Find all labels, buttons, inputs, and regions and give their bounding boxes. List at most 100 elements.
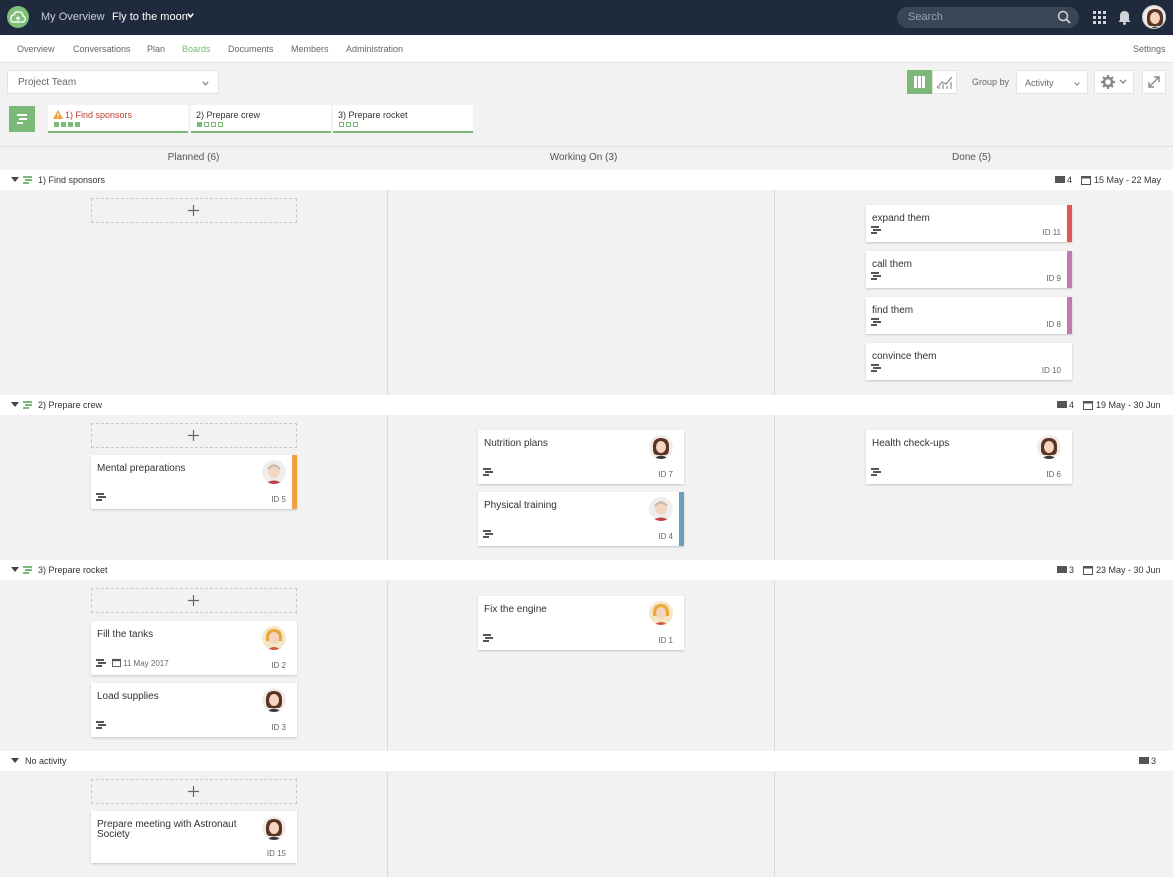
swimlane-name: 3) Prepare rocket xyxy=(38,565,108,575)
nav-documents[interactable]: Documents xyxy=(228,44,274,54)
progress-square xyxy=(353,122,358,127)
assignee-avatar[interactable] xyxy=(262,816,286,840)
columns-icon xyxy=(914,76,925,88)
expand-icon xyxy=(1148,76,1160,88)
team-select-value: Project Team xyxy=(18,77,77,88)
assignee-avatar[interactable] xyxy=(262,688,286,712)
card-find-them[interactable]: find them ID 8 xyxy=(866,297,1072,334)
chevron-down-icon xyxy=(202,81,209,86)
board-view-button[interactable] xyxy=(907,70,932,94)
apps-grid-icon[interactable] xyxy=(1093,11,1106,24)
search-placeholder: Search xyxy=(908,11,943,23)
nav-administration[interactable]: Administration xyxy=(346,44,403,54)
assignee-avatar[interactable] xyxy=(1037,435,1061,459)
card-fill-the-tanks[interactable]: Fill the tanks 11 May 2017 ID 2 xyxy=(91,621,297,675)
card-load-supplies[interactable]: Load supplies ID 3 xyxy=(91,683,297,737)
add-card-button[interactable] xyxy=(91,779,297,804)
team-select[interactable]: Project Team xyxy=(7,70,219,94)
activity-card-prepare-crew[interactable]: 2) Prepare crew xyxy=(191,105,331,133)
search-icon[interactable] xyxy=(1057,10,1071,24)
bell-icon[interactable] xyxy=(1118,10,1131,25)
card-id: ID 4 xyxy=(658,532,673,541)
assignee-avatar[interactable] xyxy=(649,435,673,459)
activity-card-find-sponsors[interactable]: 1) Find sponsors xyxy=(48,105,188,133)
swimlane-dates: 23 May - 30 Jun xyxy=(1096,565,1161,575)
line-chart-icon xyxy=(936,76,953,89)
project-switcher[interactable]: Fly to the moon xyxy=(112,11,188,23)
card-physical-training[interactable]: Physical training ID 4 xyxy=(478,492,684,546)
nav-settings[interactable]: Settings xyxy=(1133,44,1166,54)
hierarchy-icon xyxy=(483,634,493,642)
card-title: convince them xyxy=(872,351,937,362)
card-nutrition-plans[interactable]: Nutrition plans ID 7 xyxy=(478,430,684,484)
swimlane-header-find-sponsors[interactable]: 1) Find sponsors 4 15 May - 22 May xyxy=(0,170,1173,190)
app-logo[interactable] xyxy=(7,6,29,28)
calendar-icon xyxy=(1083,566,1093,575)
card-title: expand them xyxy=(872,213,930,224)
kanban-board: Planned (6) Working On (3) Done (5) 1) F… xyxy=(0,147,1173,877)
progress-square xyxy=(75,122,80,127)
hierarchy-icon xyxy=(96,721,106,729)
progress-square xyxy=(204,122,209,127)
card-id: ID 3 xyxy=(271,723,286,732)
caret-down-icon[interactable] xyxy=(11,758,19,764)
activity-label: 3) Prepare rocket xyxy=(338,110,408,120)
card-color-bar xyxy=(1067,297,1072,334)
activity-tree-button[interactable] xyxy=(9,106,35,132)
nav-overview[interactable]: Overview xyxy=(17,44,55,54)
card-id: ID 11 xyxy=(1042,228,1061,237)
card-title: Health check-ups xyxy=(872,438,950,449)
swimlane-card-count: 4 xyxy=(1069,400,1075,410)
card-color-bar xyxy=(679,492,684,546)
card-mental-preparations[interactable]: Mental preparations ID 5 xyxy=(91,455,297,509)
hierarchy-icon xyxy=(23,566,32,574)
nav-members[interactable]: Members xyxy=(291,44,329,54)
nav-boards[interactable]: Boards xyxy=(182,44,211,54)
card-convince-them[interactable]: convince them ID 10 xyxy=(866,343,1072,380)
swimlane-header-prepare-crew[interactable]: 2) Prepare crew 4 19 May - 30 Jun xyxy=(0,395,1173,415)
caret-down-icon[interactable] xyxy=(11,567,19,573)
assignee-avatar[interactable] xyxy=(262,626,286,650)
group-by-select[interactable]: Activity xyxy=(1016,70,1088,94)
activity-card-prepare-rocket[interactable]: 3) Prepare rocket xyxy=(333,105,473,133)
caret-down-icon[interactable] xyxy=(11,402,19,408)
swimlane-header-prepare-rocket[interactable]: 3) Prepare rocket 3 23 May - 30 Jun xyxy=(0,560,1173,580)
column-divider xyxy=(387,772,388,877)
plus-icon xyxy=(188,205,199,216)
nav-plan[interactable]: Plan xyxy=(147,44,165,54)
card-health-check-ups[interactable]: Health check-ups ID 6 xyxy=(866,430,1072,484)
caret-down-icon[interactable] xyxy=(11,177,19,183)
chevron-down-icon[interactable] xyxy=(186,11,195,20)
cards-icon xyxy=(1139,757,1149,764)
card-call-them[interactable]: call them ID 9 xyxy=(866,251,1072,288)
card-prepare-meeting[interactable]: Prepare meeting with Astronaut Society I… xyxy=(91,811,297,863)
add-card-button[interactable] xyxy=(91,423,297,448)
board-settings-button[interactable] xyxy=(1094,70,1134,94)
card-expand-them[interactable]: expand them ID 11 xyxy=(866,205,1072,242)
hierarchy-icon xyxy=(871,318,881,326)
add-card-button[interactable] xyxy=(91,198,297,223)
user-avatar[interactable] xyxy=(1142,5,1166,29)
swimlane-card-count: 3 xyxy=(1069,565,1075,575)
card-id: ID 10 xyxy=(1041,366,1061,375)
progress-square xyxy=(218,122,223,127)
chart-view-button[interactable] xyxy=(932,70,957,94)
column-divider xyxy=(774,190,775,395)
assignee-avatar[interactable] xyxy=(262,460,286,484)
assignee-avatar[interactable] xyxy=(649,601,673,625)
group-by-label: Group by xyxy=(972,77,1010,87)
column-divider xyxy=(774,772,775,877)
column-header-planned: Planned (6) xyxy=(167,152,220,163)
chevron-down-icon xyxy=(1074,82,1080,87)
hierarchy-icon xyxy=(483,530,493,538)
search-input[interactable]: Search xyxy=(897,7,1079,28)
nav-conversations[interactable]: Conversations xyxy=(73,44,131,54)
hierarchy-icon xyxy=(96,493,106,501)
card-fix-the-engine[interactable]: Fix the engine ID 1 xyxy=(478,596,684,650)
fullscreen-button[interactable] xyxy=(1142,70,1166,94)
assignee-avatar[interactable] xyxy=(649,497,673,521)
swimlane-header-no-activity[interactable]: No activity 3 xyxy=(0,751,1173,771)
add-card-button[interactable] xyxy=(91,588,297,613)
my-overview-link[interactable]: My Overview xyxy=(41,11,105,23)
activity-label: 1) Find sponsors xyxy=(65,110,133,120)
